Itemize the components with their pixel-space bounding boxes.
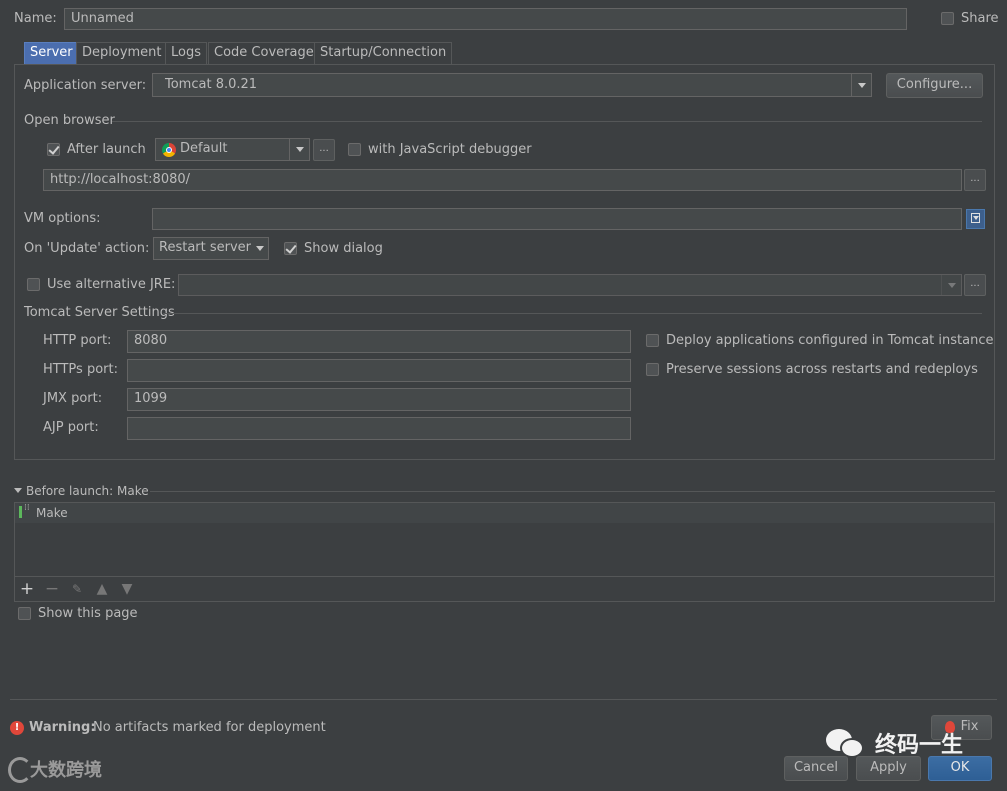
make-item-label: Make	[36, 506, 68, 520]
make-icon	[19, 506, 22, 518]
jmx-port-label: JMX port:	[43, 391, 103, 406]
tomcat-settings-title: Tomcat Server Settings	[24, 305, 175, 320]
js-debugger-checkbox[interactable]	[348, 143, 361, 156]
collapse-triangle-icon[interactable]	[14, 488, 22, 493]
preserve-sessions-checkbox[interactable]	[646, 363, 659, 376]
watermark-left: 大数跨境	[30, 760, 102, 781]
preserve-sessions-label: Preserve sessions across restarts and re…	[666, 362, 978, 377]
tab-code-coverage[interactable]: Code Coverage	[208, 42, 320, 64]
alt-jre-label: Use alternative JRE:	[47, 277, 176, 292]
remove-icon[interactable]: −	[43, 580, 61, 598]
ok-button[interactable]: OK	[928, 756, 992, 781]
after-launch-checkbox[interactable]	[47, 143, 60, 156]
alt-jre-ellipsis-button[interactable]: ...	[964, 274, 986, 296]
name-label: Name:	[14, 11, 57, 26]
warning-bold: Warning:	[29, 720, 96, 735]
show-page-label: Show this page	[38, 606, 138, 621]
update-action-select[interactable]: Restart server	[153, 237, 269, 260]
tab-deployment[interactable]: Deployment	[76, 42, 168, 64]
footer-separator	[10, 699, 997, 700]
share-checkbox[interactable]	[941, 12, 954, 25]
jmx-port-input[interactable]: 1099	[127, 388, 631, 411]
alt-jre-select[interactable]	[178, 274, 962, 296]
update-action-label: On 'Update' action:	[24, 241, 150, 256]
tab-server[interactable]: Server	[24, 42, 79, 64]
warning-text: No artifacts marked for deployment	[93, 720, 326, 735]
vm-options-label: VM options:	[24, 211, 101, 226]
tab-startup-connection[interactable]: Startup/Connection	[314, 42, 453, 64]
expand-icon[interactable]	[966, 209, 985, 229]
tomcat-settings-separator	[163, 313, 982, 314]
list-toolbar-separator	[15, 576, 994, 577]
chevron-down-icon[interactable]	[941, 275, 961, 295]
browser-ellipsis-button[interactable]: ...	[313, 139, 335, 161]
add-icon[interactable]: +	[18, 580, 36, 598]
chevron-down-icon[interactable]	[252, 238, 268, 259]
configure-button[interactable]: Configure...	[886, 73, 983, 98]
before-launch-separator	[150, 491, 995, 492]
name-input[interactable]: Unnamed	[64, 8, 907, 30]
chevron-down-icon[interactable]	[851, 74, 871, 96]
list-item[interactable]: ⁞⁞ Make	[15, 503, 994, 523]
edit-icon[interactable]: ✎	[68, 580, 86, 598]
warning-icon: !	[10, 721, 24, 735]
url-ellipsis-button[interactable]: ...	[964, 169, 986, 191]
tab-logs[interactable]: Logs	[165, 42, 207, 64]
update-action-value: Restart server	[159, 240, 252, 255]
browser-select[interactable]: Default	[155, 138, 310, 161]
show-dialog-checkbox[interactable]	[284, 242, 297, 255]
chrome-icon	[162, 143, 176, 157]
app-server-select[interactable]: Tomcat 8.0.21	[152, 73, 872, 97]
move-down-icon[interactable]: ▼	[118, 580, 136, 598]
deploy-configured-checkbox[interactable]	[646, 334, 659, 347]
deploy-configured-label: Deploy applications configured in Tomcat…	[666, 333, 994, 348]
js-debugger-label: with JavaScript debugger	[368, 142, 532, 157]
http-port-label: HTTP port:	[43, 333, 112, 348]
before-launch-title: Before launch: Make	[26, 484, 149, 498]
wechat-icon	[826, 729, 866, 759]
alt-jre-checkbox[interactable]	[27, 278, 40, 291]
after-launch-label: After launch	[67, 142, 146, 157]
ajp-port-input[interactable]	[127, 417, 631, 440]
cancel-button[interactable]: Cancel	[784, 756, 848, 781]
browser-value: Default	[180, 141, 228, 156]
show-page-checkbox[interactable]	[18, 607, 31, 620]
open-browser-title: Open browser	[24, 113, 115, 128]
ajp-port-label: AJP port:	[43, 420, 99, 435]
show-dialog-label: Show dialog	[304, 241, 383, 256]
http-port-input[interactable]: 8080	[127, 330, 631, 353]
move-up-icon[interactable]: ▲	[93, 580, 111, 598]
vm-options-input[interactable]	[152, 208, 962, 230]
https-port-input[interactable]	[127, 359, 631, 382]
chevron-down-icon[interactable]	[289, 139, 309, 160]
watermark-logo-icon	[8, 757, 32, 783]
open-browser-separator	[112, 121, 982, 122]
fix-label: Fix	[960, 719, 979, 734]
https-port-label: HTTPs port:	[43, 362, 118, 377]
bulb-icon	[945, 721, 955, 733]
url-input[interactable]: http://localhost:8080/	[43, 169, 962, 191]
share-label: Share	[961, 11, 999, 26]
app-server-label: Application server:	[24, 78, 147, 93]
apply-button[interactable]: Apply	[856, 756, 921, 781]
app-server-value: Tomcat 8.0.21	[165, 77, 258, 92]
